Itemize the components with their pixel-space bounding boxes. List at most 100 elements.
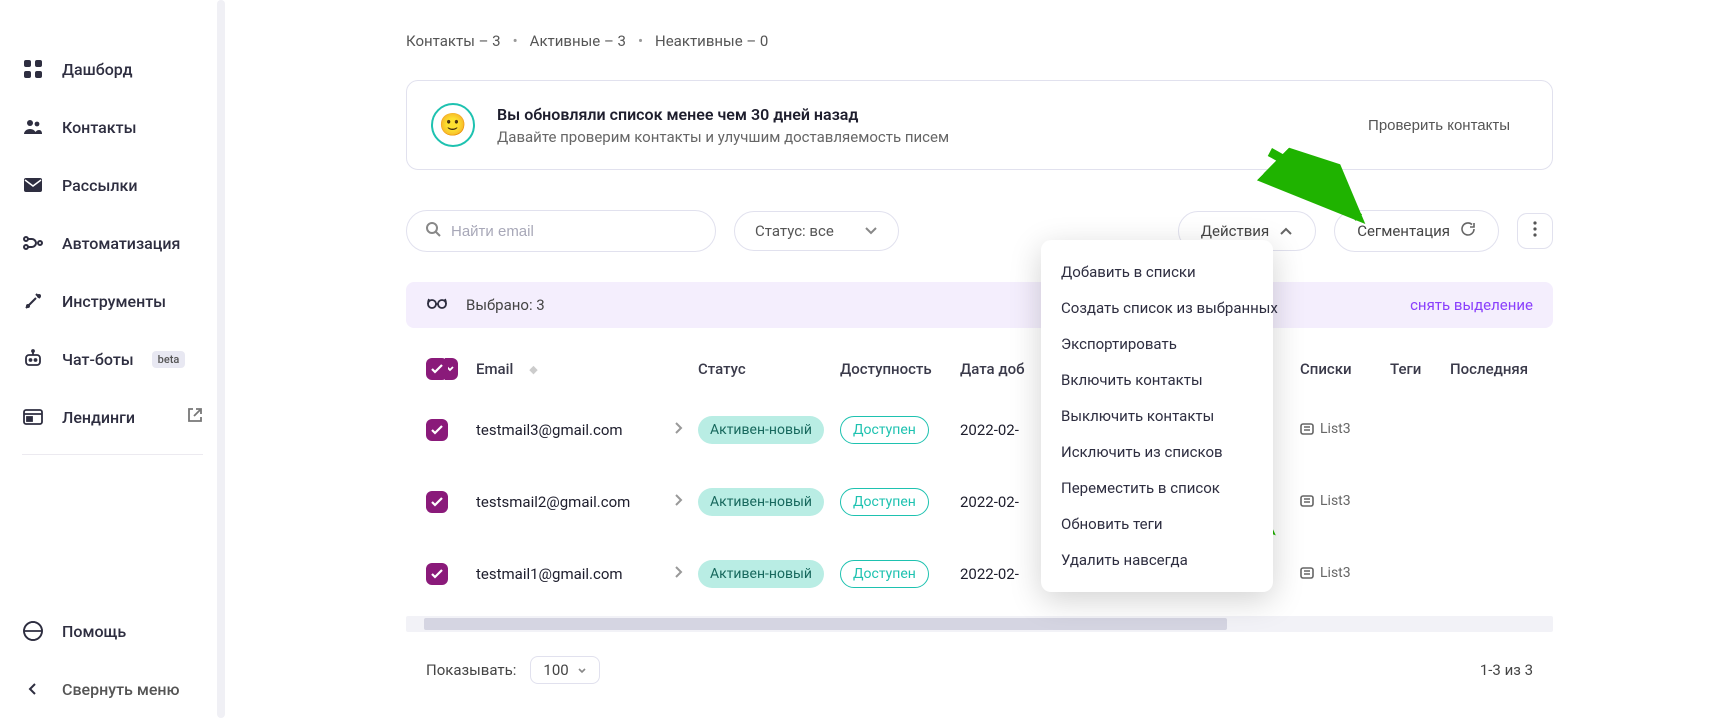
refresh-icon [1460, 221, 1476, 241]
dropdown-item[interactable]: Добавить в списки [1041, 254, 1273, 290]
sort-icon: ◆ [529, 363, 537, 376]
landing-icon [22, 406, 44, 428]
status-badge: Активен-новый [698, 488, 824, 516]
sidebar-item-label: Дашборд [62, 60, 133, 79]
breadcrumb: Контакты – 3 • Активные – 3 • Неактивные… [406, 32, 1553, 50]
status-filter-label: Статус: все [755, 222, 834, 240]
toolbar: Статус: все Действия Сегментация [406, 210, 1553, 252]
nav-separator [22, 454, 203, 455]
availability-badge: Доступен [840, 560, 929, 588]
contacts-icon [22, 116, 44, 138]
chevron-right-icon[interactable] [674, 565, 684, 583]
sidebar-item-label: Лендинги [62, 408, 135, 427]
table-row[interactable]: testsmail2@gmail.com Активен-новый Досту… [406, 466, 1553, 538]
sidebar-item-label: Инструменты [62, 292, 166, 311]
check-contacts-button[interactable]: Проверить контакты [1350, 107, 1528, 144]
sidebar-item-label: Контакты [62, 118, 136, 137]
sidebar-item-landings[interactable]: Лендинги [0, 388, 225, 446]
clear-selection-link[interactable]: снять выделение [1410, 296, 1533, 314]
selection-bar: Выбрано: 3 снять выделение [406, 282, 1553, 328]
chevron-up-icon [1279, 222, 1293, 240]
sidebar-item-label: Рассылки [62, 176, 137, 195]
sidebar-item-contacts[interactable]: Контакты [0, 98, 225, 156]
horizontal-scrollbar[interactable] [406, 616, 1553, 632]
date-cell: 2022-02- [960, 565, 1019, 583]
status-filter[interactable]: Статус: все [734, 211, 899, 251]
col-availability[interactable]: Доступность [840, 360, 932, 378]
dropdown-item[interactable]: Удалить навсегда [1041, 542, 1273, 578]
col-tags[interactable]: Теги [1390, 360, 1421, 378]
search-icon [425, 221, 441, 241]
automation-icon [22, 232, 44, 254]
list-chip[interactable]: List3 [1300, 565, 1351, 581]
table-footer: Показывать: 100 1-3 из 3 [406, 632, 1553, 684]
notice-card: 🙂 Вы обновляли список менее чем 30 дней … [406, 80, 1553, 170]
sidebar-item-automation[interactable]: Автоматизация [0, 214, 225, 272]
sidebar-item-label: Помощь [62, 622, 126, 641]
page-range: 1-3 из 3 [1480, 661, 1533, 679]
breadcrumb-item[interactable]: Контакты – 3 [406, 32, 501, 50]
main-content: Контакты – 3 • Активные – 3 • Неактивные… [226, 0, 1733, 718]
selection-count: Выбрано: 3 [466, 296, 545, 314]
chevron-down-icon [864, 222, 878, 240]
sidebar-item-help[interactable]: Помощь [0, 602, 225, 660]
sidebar-item-label: Автоматизация [62, 234, 180, 253]
sidebar-item-tools[interactable]: Инструменты [0, 272, 225, 330]
show-label: Показывать: [426, 661, 516, 679]
checkbox[interactable] [426, 491, 448, 513]
date-cell: 2022-02- [960, 493, 1019, 511]
dropdown-item[interactable]: Экспортировать [1041, 326, 1273, 362]
sidebar-item-collapse[interactable]: Свернуть меню [0, 660, 225, 718]
search-input[interactable] [451, 223, 697, 240]
sidebar: Дашборд Контакты Рассылки Автоматизация … [0, 0, 226, 718]
segmentation-label: Сегментация [1357, 222, 1450, 240]
segmentation-button[interactable]: Сегментация [1334, 210, 1499, 252]
search-input-wrap[interactable] [406, 210, 716, 252]
checkbox[interactable] [426, 419, 448, 441]
breadcrumb-sep: • [638, 32, 643, 50]
more-options-button[interactable] [1517, 213, 1553, 249]
breadcrumb-sep: • [513, 32, 518, 50]
breadcrumb-item[interactable]: Активные – 3 [530, 32, 626, 50]
help-icon [22, 620, 44, 642]
actions-dropdown: Добавить в спискиСоздать список из выбра… [1041, 240, 1273, 592]
kebab-icon [1533, 221, 1537, 241]
list-chip[interactable]: List3 [1300, 421, 1351, 437]
notice-subtitle: Давайте проверим контакты и улучшим дост… [497, 128, 1328, 146]
external-link-icon [187, 407, 203, 427]
col-lists[interactable]: Списки [1300, 360, 1352, 378]
dropdown-item[interactable]: Выключить контакты [1041, 398, 1273, 434]
chevron-down-icon [577, 661, 587, 679]
col-status[interactable]: Статус [698, 360, 746, 378]
checkbox-all[interactable] [426, 358, 448, 380]
sidebar-item-campaigns[interactable]: Рассылки [0, 156, 225, 214]
checkbox[interactable] [426, 563, 448, 585]
dropdown-item[interactable]: Создать список из выбранных [1041, 290, 1273, 326]
col-email[interactable]: Email [476, 360, 513, 378]
table-row[interactable]: testmail3@gmail.com Активен-новый Доступ… [406, 394, 1553, 466]
per-page-select[interactable]: 100 [530, 656, 599, 684]
col-last[interactable]: Последняя [1450, 360, 1528, 378]
chevron-right-icon[interactable] [674, 493, 684, 511]
availability-badge: Доступен [840, 416, 929, 444]
beta-badge: beta [152, 351, 186, 368]
email-cell: testmail3@gmail.com [476, 421, 623, 439]
availability-badge: Доступен [840, 488, 929, 516]
dropdown-item[interactable]: Включить контакты [1041, 362, 1273, 398]
list-chip[interactable]: List3 [1300, 493, 1351, 509]
col-date[interactable]: Дата доб [960, 360, 1025, 378]
sidebar-item-label: Свернуть меню [62, 680, 180, 699]
sidebar-item-dashboard[interactable]: Дашборд [0, 40, 225, 98]
chevron-right-icon[interactable] [674, 421, 684, 439]
table-row[interactable]: testmail1@gmail.com Активен-новый Доступ… [406, 538, 1553, 610]
scrollbar-thumb[interactable] [424, 618, 1227, 630]
dropdown-item[interactable]: Переместить в список [1041, 470, 1273, 506]
status-badge: Активен-новый [698, 416, 824, 444]
dashboard-icon [22, 58, 44, 80]
table-header: Email ◆ Статус Доступность Дата доб Списк… [406, 344, 1553, 394]
mail-icon [22, 174, 44, 196]
breadcrumb-item[interactable]: Неактивные – 0 [655, 32, 768, 50]
sidebar-item-chatbots[interactable]: Чат-боты beta [0, 330, 225, 388]
dropdown-item[interactable]: Исключить из списков [1041, 434, 1273, 470]
dropdown-item[interactable]: Обновить теги [1041, 506, 1273, 542]
